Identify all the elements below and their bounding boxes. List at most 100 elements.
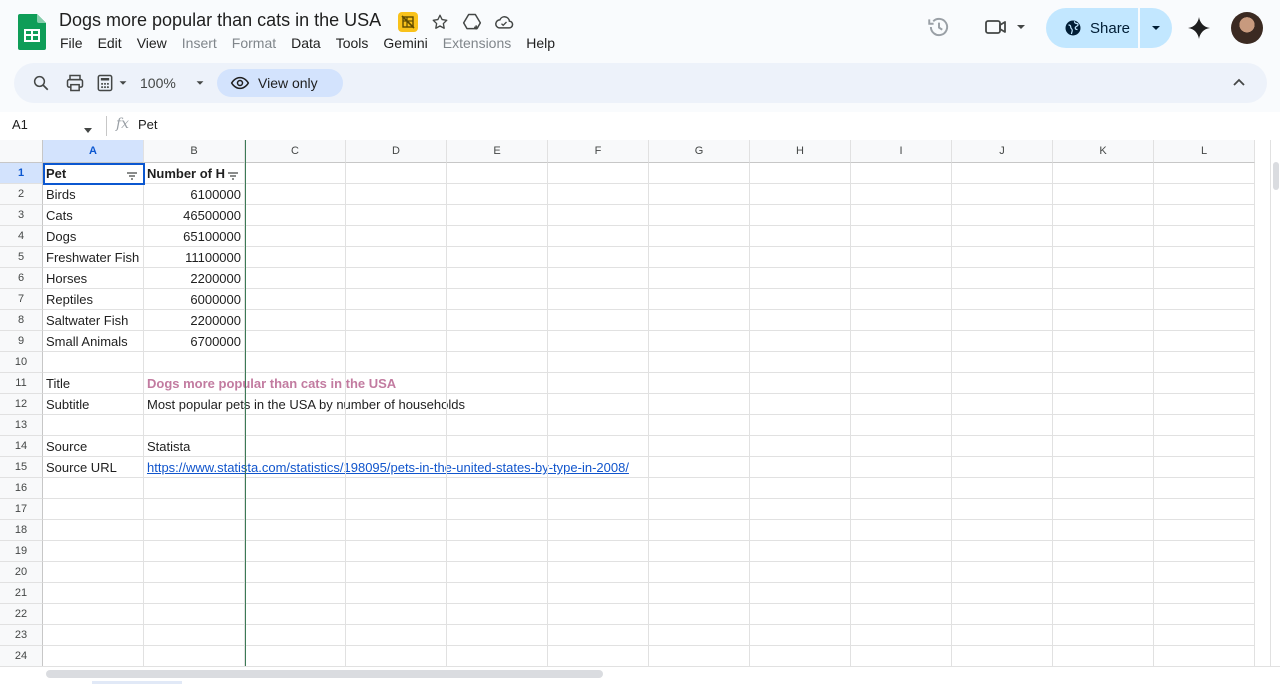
- cell-b14[interactable]: Statista: [144, 436, 245, 457]
- version-history-icon[interactable]: [926, 14, 952, 40]
- cell-g2[interactable]: [649, 184, 750, 205]
- cell-i17[interactable]: [851, 499, 952, 520]
- cell-f13[interactable]: [548, 415, 649, 436]
- cell-j22[interactable]: [952, 604, 1053, 625]
- cell-l15[interactable]: [1154, 457, 1255, 478]
- cell-d11[interactable]: [346, 373, 447, 394]
- cell-l9[interactable]: [1154, 331, 1255, 352]
- cell-k21[interactable]: [1053, 583, 1154, 604]
- cell-c2[interactable]: [245, 184, 346, 205]
- cell-d13[interactable]: [346, 415, 447, 436]
- cell-g7[interactable]: [649, 289, 750, 310]
- cell-d21[interactable]: [346, 583, 447, 604]
- cell-f12[interactable]: [548, 394, 649, 415]
- cell-i20[interactable]: [851, 562, 952, 583]
- cell-h2[interactable]: [750, 184, 851, 205]
- column-header-i[interactable]: I: [851, 140, 952, 163]
- cell-e15[interactable]: [447, 457, 548, 478]
- cell-l1[interactable]: [1154, 163, 1255, 184]
- cell-i19[interactable]: [851, 541, 952, 562]
- cell-j13[interactable]: [952, 415, 1053, 436]
- cell-l6[interactable]: [1154, 268, 1255, 289]
- cell-f15[interactable]: [548, 457, 649, 478]
- cell-h11[interactable]: [750, 373, 851, 394]
- cell-g11[interactable]: [649, 373, 750, 394]
- cell-k13[interactable]: [1053, 415, 1154, 436]
- cell-f24[interactable]: [548, 646, 649, 666]
- cell-d24[interactable]: [346, 646, 447, 666]
- cell-k8[interactable]: [1053, 310, 1154, 331]
- cell-e8[interactable]: [447, 310, 548, 331]
- cell-l11[interactable]: [1154, 373, 1255, 394]
- cell-i8[interactable]: [851, 310, 952, 331]
- meet-button[interactable]: [984, 14, 1028, 40]
- cell-c11[interactable]: [245, 373, 346, 394]
- cell-d2[interactable]: [346, 184, 447, 205]
- cell-a18[interactable]: [43, 520, 144, 541]
- cell-i24[interactable]: [851, 646, 952, 666]
- cell-d17[interactable]: [346, 499, 447, 520]
- cell-d6[interactable]: [346, 268, 447, 289]
- cell-c21[interactable]: [245, 583, 346, 604]
- cell-l23[interactable]: [1154, 625, 1255, 646]
- cell-j3[interactable]: [952, 205, 1053, 226]
- column-header-g[interactable]: G: [649, 140, 750, 163]
- column-header-l[interactable]: L: [1154, 140, 1255, 163]
- cell-f18[interactable]: [548, 520, 649, 541]
- row-header-11[interactable]: 11: [0, 373, 43, 394]
- cloud-status-icon[interactable]: [493, 11, 515, 33]
- cell-g24[interactable]: [649, 646, 750, 666]
- cell-k6[interactable]: [1053, 268, 1154, 289]
- cell-e24[interactable]: [447, 646, 548, 666]
- cell-f11[interactable]: [548, 373, 649, 394]
- cell-j15[interactable]: [952, 457, 1053, 478]
- cell-k12[interactable]: [1053, 394, 1154, 415]
- cell-i12[interactable]: [851, 394, 952, 415]
- cell-j14[interactable]: [952, 436, 1053, 457]
- cell-h19[interactable]: [750, 541, 851, 562]
- cell-c20[interactable]: [245, 562, 346, 583]
- cell-a16[interactable]: [43, 478, 144, 499]
- sheets-logo-icon[interactable]: [18, 14, 46, 50]
- cell-d10[interactable]: [346, 352, 447, 373]
- cell-a9[interactable]: Small Animals: [43, 331, 144, 352]
- cell-g18[interactable]: [649, 520, 750, 541]
- cell-h5[interactable]: [750, 247, 851, 268]
- cell-a24[interactable]: [43, 646, 144, 666]
- cell-k2[interactable]: [1053, 184, 1154, 205]
- row-header-7[interactable]: 7: [0, 289, 43, 310]
- cell-a15[interactable]: Source URL: [43, 457, 144, 478]
- cell-f22[interactable]: [548, 604, 649, 625]
- cell-a17[interactable]: [43, 499, 144, 520]
- cell-l7[interactable]: [1154, 289, 1255, 310]
- cell-g9[interactable]: [649, 331, 750, 352]
- cell-a3[interactable]: Cats: [43, 205, 144, 226]
- cell-b4[interactable]: 65100000: [144, 226, 245, 247]
- menu-edit[interactable]: Edit: [98, 35, 122, 51]
- cell-b10[interactable]: [144, 352, 245, 373]
- cell-d3[interactable]: [346, 205, 447, 226]
- cell-l13[interactable]: [1154, 415, 1255, 436]
- cell-l20[interactable]: [1154, 562, 1255, 583]
- cell-f14[interactable]: [548, 436, 649, 457]
- cell-g12[interactable]: [649, 394, 750, 415]
- cell-b24[interactable]: [144, 646, 245, 666]
- cell-c23[interactable]: [245, 625, 346, 646]
- cell-k1[interactable]: [1053, 163, 1154, 184]
- cell-j20[interactable]: [952, 562, 1053, 583]
- cell-j10[interactable]: [952, 352, 1053, 373]
- cell-d12[interactable]: [346, 394, 447, 415]
- document-title[interactable]: Dogs more popular than cats in the USA: [59, 10, 381, 31]
- column-header-j[interactable]: J: [952, 140, 1053, 163]
- cell-e18[interactable]: [447, 520, 548, 541]
- cell-f8[interactable]: [548, 310, 649, 331]
- cell-h4[interactable]: [750, 226, 851, 247]
- zoom-select[interactable]: 100%: [140, 63, 206, 103]
- cell-e22[interactable]: [447, 604, 548, 625]
- cell-l14[interactable]: [1154, 436, 1255, 457]
- cell-j12[interactable]: [952, 394, 1053, 415]
- cell-e20[interactable]: [447, 562, 548, 583]
- cell-k14[interactable]: [1053, 436, 1154, 457]
- cell-h16[interactable]: [750, 478, 851, 499]
- cell-c19[interactable]: [245, 541, 346, 562]
